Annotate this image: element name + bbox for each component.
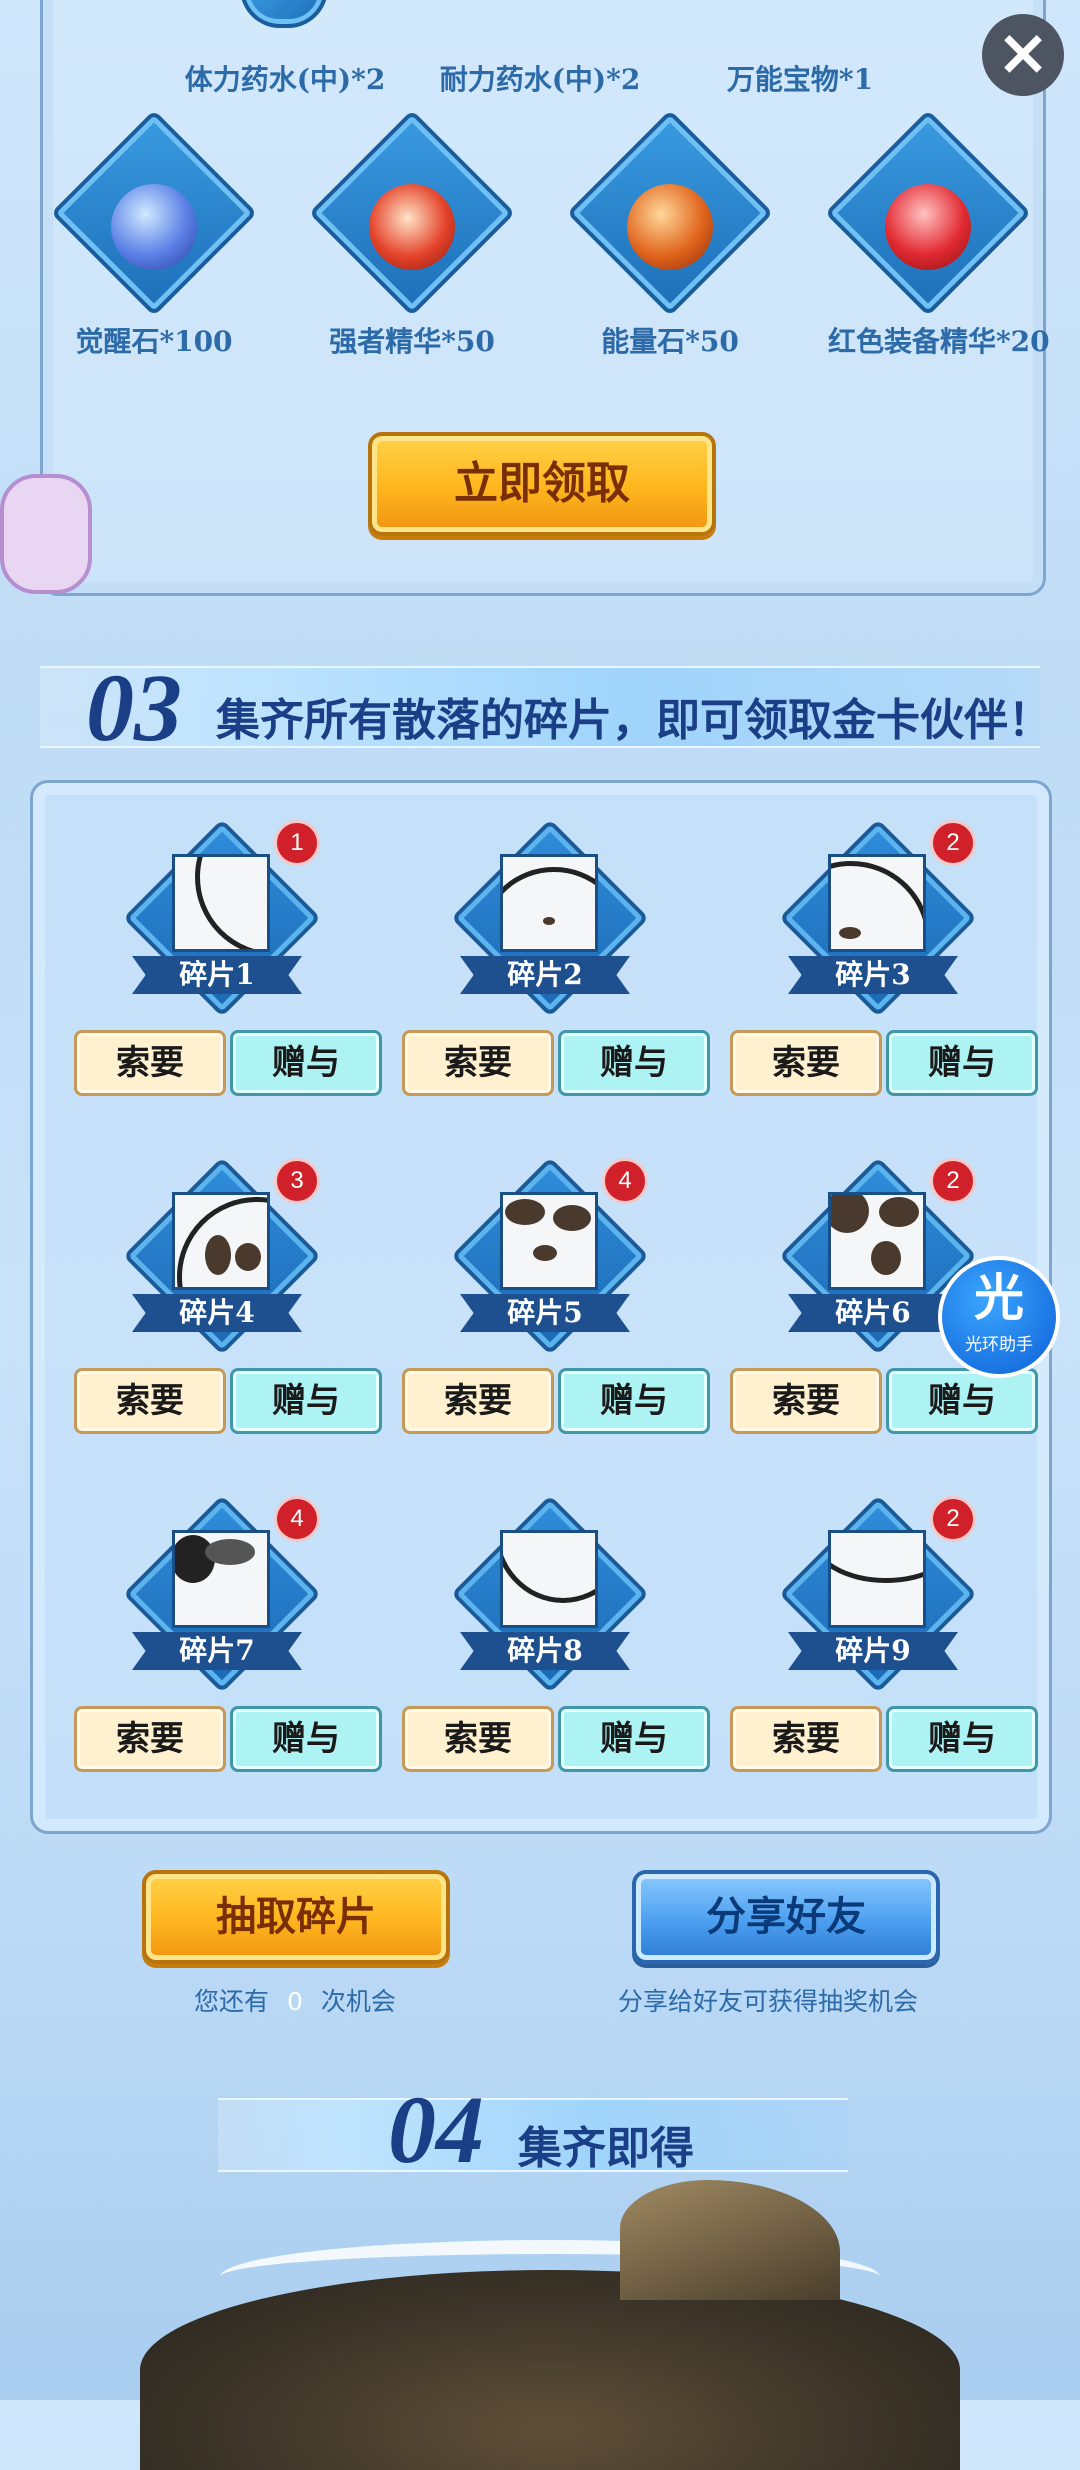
section-4-banner: 04 集齐即得: [218, 2076, 848, 2183]
give-button[interactable]: 赠与: [230, 1030, 382, 1096]
reward-frame-icon: [240, 0, 328, 28]
fragment-count-badge: 2: [930, 1496, 976, 1542]
draw-chances-count: 0: [286, 1987, 303, 2016]
draw-hint-prefix: 您还有: [194, 1987, 270, 2016]
give-button[interactable]: 赠与: [886, 1368, 1038, 1434]
fragment-card-2: 碎片2 索要 赠与: [372, 810, 710, 1130]
fragment-name: 碎片1: [132, 956, 302, 994]
fragment-count-badge: 2: [930, 820, 976, 866]
ask-button[interactable]: 索要: [74, 1706, 226, 1772]
fragment-card-3: 碎片3 2 索要 赠与: [700, 810, 1038, 1130]
reward-label: 强者精华*50: [329, 325, 495, 358]
reward-label: 红色装备精华*20: [828, 325, 1050, 358]
close-button[interactable]: ×: [982, 14, 1064, 96]
reward-label: 觉醒石*100: [75, 325, 233, 358]
section-3-banner: 03 集齐所有散落的碎片，即可领取金卡伙伴！: [40, 654, 1052, 761]
fragment-image: [172, 1530, 270, 1628]
close-icon: ×: [996, 16, 1050, 90]
ask-button[interactable]: 索要: [402, 1368, 554, 1434]
fragment-name: 碎片7: [132, 1632, 302, 1670]
reward-item-energy-stone: 能量石*50: [566, 109, 774, 360]
fragment-count-badge: 4: [602, 1158, 648, 1204]
ask-button[interactable]: 索要: [74, 1030, 226, 1096]
floating-mascot-icon[interactable]: [0, 474, 92, 594]
fragment-image: [828, 854, 926, 952]
red-gem-icon: [369, 184, 455, 270]
reward-item-essence: 强者精华*50: [308, 109, 516, 360]
reward-label: 万能宝物*1: [726, 63, 874, 96]
fragment-image: [828, 1530, 926, 1628]
partner-artwork: [100, 2180, 1000, 2470]
section-number: 03: [86, 654, 182, 761]
orange-orb-icon: [627, 184, 713, 270]
fragment-card-1: 碎片1 1 索要 赠与: [44, 810, 382, 1130]
fragment-image: [172, 854, 270, 952]
give-button[interactable]: 赠与: [886, 1030, 1038, 1096]
draw-chances-text: 您还有 0 次机会: [194, 1982, 396, 2018]
give-button[interactable]: 赠与: [230, 1706, 382, 1772]
red-crystal-icon: [885, 184, 971, 270]
reward-label: 能量石*50: [601, 325, 739, 358]
share-hint-text: 分享给好友可获得抽奖机会: [618, 1987, 919, 2016]
fragment-image: [500, 1530, 598, 1628]
section-number: 04: [388, 2076, 484, 2183]
fragment-name: 碎片2: [460, 956, 630, 994]
fragment-card-5: 碎片5 4 索要 赠与: [372, 1148, 710, 1468]
ask-button[interactable]: 索要: [402, 1030, 554, 1096]
give-button[interactable]: 赠与: [558, 1706, 710, 1772]
fragment-image: [500, 1192, 598, 1290]
fragment-count-badge: 3: [274, 1158, 320, 1204]
fragment-image: [500, 854, 598, 952]
section-title: 集齐所有散落的碎片，即可领取金卡伙伴！: [216, 695, 1052, 746]
fragment-name: 碎片5: [460, 1294, 630, 1332]
crystal-icon: [111, 184, 197, 270]
fragment-card-4: 碎片4 3 索要 赠与: [44, 1148, 382, 1468]
fragment-count-badge: 4: [274, 1496, 320, 1542]
fragment-card-7: 碎片7 4 索要 赠与: [44, 1486, 382, 1806]
ask-button[interactable]: 索要: [730, 1706, 882, 1772]
fragment-name: 碎片4: [132, 1294, 302, 1332]
draw-fragment-button[interactable]: 抽取碎片: [142, 1870, 450, 1964]
give-button[interactable]: 赠与: [886, 1706, 1038, 1772]
fragment-count-badge: 2: [930, 1158, 976, 1204]
give-button[interactable]: 赠与: [558, 1030, 710, 1096]
fragment-name: 碎片6: [788, 1294, 958, 1332]
ask-button[interactable]: 索要: [730, 1030, 882, 1096]
helper-glyph: 光: [974, 1269, 1024, 1327]
give-button[interactable]: 赠与: [558, 1368, 710, 1434]
fragment-image: [172, 1192, 270, 1290]
share-friends-button[interactable]: 分享好友: [632, 1870, 940, 1964]
give-button[interactable]: 赠与: [230, 1368, 382, 1434]
draw-hint-suffix: 次机会: [320, 1987, 396, 2016]
ask-button[interactable]: 索要: [402, 1706, 554, 1772]
fragment-count-badge: 1: [274, 820, 320, 866]
ask-button[interactable]: 索要: [730, 1368, 882, 1434]
fragment-name: 碎片3: [788, 956, 958, 994]
section-title: 集齐即得: [518, 2123, 694, 2174]
reward-item-awaken-stone: 觉醒石*100: [50, 109, 258, 360]
fragment-name: 碎片8: [460, 1632, 630, 1670]
reward-item-red-equip: 红色装备精华*20: [824, 109, 1050, 360]
fragment-image: [828, 1192, 926, 1290]
helper-label: 光环助手: [965, 1335, 1033, 1355]
ask-button[interactable]: 索要: [74, 1368, 226, 1434]
claim-button[interactable]: 立即领取: [368, 432, 716, 536]
assistant-helper-button[interactable]: 光 光环助手: [938, 1256, 1060, 1378]
reward-item-0: [184, 0, 384, 28]
fragment-card-8: 碎片8 索要 赠与: [372, 1486, 710, 1806]
fragment-name: 碎片9: [788, 1632, 958, 1670]
fragment-card-9: 碎片9 2 索要 赠与: [700, 1486, 1038, 1806]
